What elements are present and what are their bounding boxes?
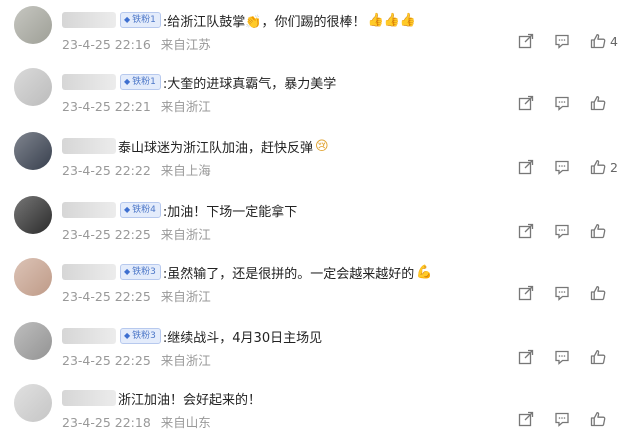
comment-location: 来自山东 bbox=[160, 415, 211, 430]
like-button[interactable] bbox=[589, 348, 618, 366]
username-blurred[interactable] bbox=[62, 264, 116, 280]
comment-icon[interactable] bbox=[553, 410, 571, 428]
fan-badge-label: 铁粉4 bbox=[132, 205, 156, 215]
like-button[interactable]: 2 bbox=[589, 158, 618, 176]
comment-icon[interactable] bbox=[553, 158, 571, 176]
emoji: 💪 bbox=[416, 264, 433, 280]
like-button[interactable] bbox=[589, 410, 618, 428]
avatar[interactable] bbox=[14, 6, 52, 44]
thumbs-up-icon[interactable] bbox=[589, 94, 607, 112]
comment-time: 23-4-25 22:25 bbox=[62, 353, 151, 368]
avatar[interactable] bbox=[14, 322, 52, 360]
thumbs-up-icon[interactable] bbox=[589, 410, 607, 428]
avatar[interactable] bbox=[14, 132, 52, 170]
comment-time: 23-4-25 22:25 bbox=[62, 289, 151, 304]
username-blurred[interactable] bbox=[62, 138, 116, 154]
comment-time: 23-4-25 22:16 bbox=[62, 37, 151, 52]
comment-item: ◆ 铁粉1 :给浙江队鼓掌👏，你们踢的很棒！ 👍👍👍 23-4-25 22:16 … bbox=[0, 0, 630, 62]
comment-text: :大奎的进球真霸气，暴力美学 bbox=[162, 76, 337, 92]
comment-icon[interactable] bbox=[553, 348, 571, 366]
avatar[interactable] bbox=[14, 68, 52, 106]
diamond-icon: ◆ bbox=[124, 77, 131, 86]
comment-time: 23-4-25 22:25 bbox=[62, 227, 151, 242]
comment-time: 23-4-25 22:18 bbox=[62, 415, 151, 430]
comment-icon[interactable] bbox=[553, 222, 571, 240]
like-count: 4 bbox=[610, 33, 618, 49]
comment-time: 23-4-25 22:21 bbox=[62, 99, 151, 114]
comment-location: 来自浙江 bbox=[160, 227, 211, 242]
username-blurred[interactable] bbox=[62, 328, 116, 344]
comment-text: 浙江加油！会好起来的！ bbox=[118, 392, 262, 408]
comment-item: ◆ 铁粉1 :大奎的进球真霸气，暴力美学 23-4-25 22:21 来自浙江 bbox=[0, 62, 630, 124]
avatar[interactable] bbox=[14, 258, 52, 296]
emoji: 👍👍👍 bbox=[367, 12, 417, 28]
thumbs-up-icon[interactable] bbox=[589, 158, 607, 176]
fan-badge-label: 铁粉3 bbox=[132, 267, 156, 277]
like-button[interactable] bbox=[589, 94, 618, 112]
diamond-icon: ◆ bbox=[124, 205, 131, 214]
share-icon[interactable] bbox=[517, 348, 535, 366]
like-count: 2 bbox=[610, 159, 618, 175]
like-button[interactable] bbox=[589, 284, 618, 302]
comment-location: 来自浙江 bbox=[160, 353, 211, 368]
fan-badge: ◆ 铁粉1 bbox=[120, 74, 161, 90]
username-blurred[interactable] bbox=[62, 390, 116, 406]
emoji: 😢 bbox=[315, 138, 329, 154]
comment-icon[interactable] bbox=[553, 32, 571, 50]
comment-text: :继续战斗，4月30日主场见 bbox=[162, 330, 323, 346]
username-blurred[interactable] bbox=[62, 202, 116, 218]
comment-icon[interactable] bbox=[553, 284, 571, 302]
comment-text: :给浙江队鼓掌👏，你们踢的很棒！ bbox=[162, 14, 366, 30]
fan-badge-label: 铁粉1 bbox=[132, 15, 156, 25]
share-icon[interactable] bbox=[517, 94, 535, 112]
comment-item: ◆ 铁粉3 :虽然输了，还是很拼的。一定会越来越好的 💪 23-4-25 22:2… bbox=[0, 252, 630, 314]
comment-item: 泰山球迷为浙江队加油，赶快反弹 😢 23-4-25 22:22 来自上海 2 bbox=[0, 126, 630, 188]
thumbs-up-icon[interactable] bbox=[589, 284, 607, 302]
comment-location: 来自浙江 bbox=[160, 289, 211, 304]
fan-badge-label: 铁粉3 bbox=[132, 331, 156, 341]
username-blurred[interactable] bbox=[62, 12, 116, 28]
thumbs-up-icon[interactable] bbox=[589, 32, 607, 50]
diamond-icon: ◆ bbox=[124, 267, 131, 276]
comment-text: 泰山球迷为浙江队加油，赶快反弹 bbox=[118, 140, 314, 156]
comment-item: ◆ 铁粉4 :加油！下场一定能拿下 23-4-25 22:25 来自浙江 bbox=[0, 190, 630, 252]
comment-location: 来自上海 bbox=[160, 163, 211, 178]
fan-badge: ◆ 铁粉3 bbox=[120, 328, 161, 344]
fan-badge-label: 铁粉1 bbox=[132, 77, 156, 87]
comment-location: 来自浙江 bbox=[160, 99, 211, 114]
comment-icon[interactable] bbox=[553, 94, 571, 112]
fan-badge: ◆ 铁粉1 bbox=[120, 12, 161, 28]
share-icon[interactable] bbox=[517, 410, 535, 428]
share-icon[interactable] bbox=[517, 32, 535, 50]
fan-badge: ◆ 铁粉3 bbox=[120, 264, 161, 280]
share-icon[interactable] bbox=[517, 158, 535, 176]
like-button[interactable]: 4 bbox=[589, 32, 618, 50]
share-icon[interactable] bbox=[517, 222, 535, 240]
avatar[interactable] bbox=[14, 384, 52, 422]
diamond-icon: ◆ bbox=[124, 15, 131, 24]
like-button[interactable] bbox=[589, 222, 618, 240]
comment-text: :虽然输了，还是很拼的。一定会越来越好的 bbox=[162, 266, 415, 282]
fan-badge: ◆ 铁粉4 bbox=[120, 202, 161, 218]
thumbs-up-icon[interactable] bbox=[589, 222, 607, 240]
comment-time: 23-4-25 22:22 bbox=[62, 163, 151, 178]
username-blurred[interactable] bbox=[62, 74, 116, 90]
comment-item: 浙江加油！会好起来的！ 23-4-25 22:18 来自山东 bbox=[0, 378, 630, 440]
avatar[interactable] bbox=[14, 196, 52, 234]
comment-text: :加油！下场一定能拿下 bbox=[162, 204, 298, 220]
thumbs-up-icon[interactable] bbox=[589, 348, 607, 366]
comment-item: ◆ 铁粉3 :继续战斗，4月30日主场见 23-4-25 22:25 来自浙江 bbox=[0, 316, 630, 378]
share-icon[interactable] bbox=[517, 284, 535, 302]
diamond-icon: ◆ bbox=[124, 331, 131, 340]
comment-location: 来自江苏 bbox=[160, 37, 211, 52]
